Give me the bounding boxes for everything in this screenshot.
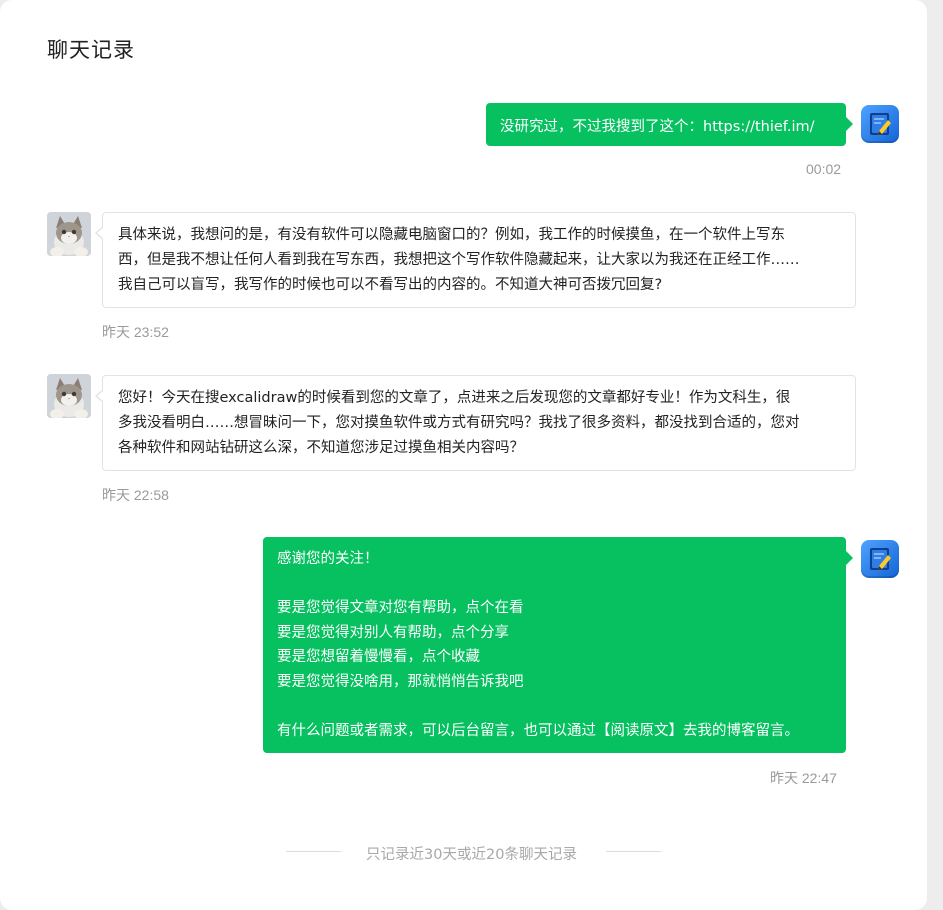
kitten-photo	[47, 374, 91, 418]
user-avatar[interactable]	[47, 374, 91, 418]
message-bubble-incoming[interactable]: 您好！今天在搜excalidraw的时候看到您的文章了，点进来之后发现您的文章都…	[95, 375, 856, 471]
my-avatar[interactable]	[861, 105, 899, 143]
message-bubble-incoming[interactable]: 具体来说，我想问的是，有没有软件可以隐藏电脑窗口的？例如，我工作的时候摸鱼，在一…	[95, 212, 856, 308]
notepad-pencil-icon	[870, 548, 891, 570]
message-text-block: 具体来说，我想问的是，有没有软件可以隐藏电脑窗口的？例如，我工作的时候摸鱼，在一…	[118, 223, 800, 298]
message-timestamp: 昨天 22:58	[102, 487, 169, 503]
message-line: 西，但是我不想让任何人看到我在写东西，我想把这个写作软件隐藏起来，让大家以为我还…	[118, 252, 800, 268]
message-line: 要是您觉得没啥用，那就悄悄告诉我吧	[277, 673, 524, 690]
message-text-block: 感谢您的关注！ 要是您觉得文章对您有帮助，点个在看 要是您觉得对别人有帮助，点个…	[277, 547, 799, 744]
message-line: 多我没看明白……想冒昧问一下，您对摸鱼软件或方式有研究吗？我找了很多资料，都没找…	[118, 415, 800, 431]
footer-divider-right	[606, 851, 661, 852]
message-line: 各种软件和网站钻研这么深，不知道您涉足过摸鱼相关内容吗？	[118, 440, 524, 456]
message-text-block: 您好！今天在搜excalidraw的时候看到您的文章了，点进来之后发现您的文章都…	[118, 386, 800, 461]
message-line: 感谢您的关注！	[277, 551, 379, 567]
message-line: 要是您觉得对别人有帮助，点个分享	[277, 624, 509, 641]
notepad-pencil-icon	[870, 113, 891, 135]
message-line: 您好！今天在搜excalidraw的时候看到您的文章了，点进来之后发现您的文章都…	[118, 390, 791, 406]
message-line: 要是您觉得文章对您有帮助，点个在看	[277, 600, 524, 617]
message-line	[277, 572, 799, 597]
message-line: 具体来说，我想问的是，有没有软件可以隐藏电脑窗口的？例如，我工作的时候摸鱼，在一…	[118, 227, 785, 243]
message-line: 有什么问题或者需求，可以后台留言，也可以通过【阅读原文】去我的博客留言。	[277, 723, 799, 740]
message-bubble-outgoing[interactable]: 没研究过，不过我搜到了这个：https://thief.im/	[486, 103, 853, 146]
message-bubble-outgoing[interactable]: 感谢您的关注！ 要是您觉得文章对您有帮助，点个在看 要是您觉得对别人有帮助，点个…	[263, 537, 853, 753]
message-timestamp: 昨天 23:52	[102, 324, 169, 340]
my-avatar[interactable]	[861, 540, 899, 578]
message-line	[277, 695, 799, 720]
user-avatar[interactable]	[47, 212, 91, 256]
kitten-photo	[47, 212, 91, 256]
message-line: 我自己可以盲写，我写作的时候也可以不看写出的内容的。不知道大神可否拨冗回复?	[118, 277, 663, 293]
message-timestamp: 00:02	[806, 161, 842, 177]
message-timestamp: 昨天 22:47	[770, 770, 837, 786]
chat-history-panel: 聊天记录 没研究过，不过我搜到了这个：https://thief.im/ 00:…	[0, 0, 927, 910]
page-title: 聊天记录	[47, 38, 135, 62]
history-limit-note: 只记录近30天或近20条聊天记录	[366, 847, 577, 863]
message-text: 没研究过，不过我搜到了这个：https://thief.im/	[500, 119, 815, 135]
message-line: 要是您想留着慢慢看，点个收藏	[277, 649, 480, 666]
